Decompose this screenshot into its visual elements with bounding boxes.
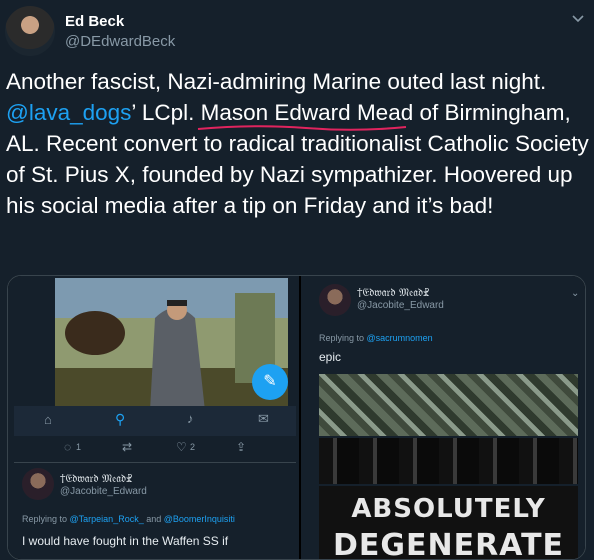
reply-display-name[interactable]: †𝔈𝔡𝔴𝔞𝔯𝔡 𝔐𝔢𝔞𝔡☧ — [60, 472, 132, 486]
right-replying-line: Replying to @sacrumnomen — [319, 333, 433, 343]
reply-count: 1 — [76, 442, 82, 452]
retweet-icon[interactable]: ⇄ — [122, 440, 132, 454]
right-avatar[interactable] — [319, 284, 351, 316]
author-avatar[interactable] — [5, 6, 55, 56]
right-replying-link[interactable]: @sacrumnomen — [367, 333, 433, 343]
mention-link[interactable]: @lava_dogs — [6, 100, 131, 125]
replying-to-link-2[interactable]: @BoomerInquisiti — [164, 514, 235, 524]
author-name[interactable]: Ed Beck — [65, 13, 124, 30]
bell-icon[interactable]: ♪ — [187, 411, 194, 426]
chevron-down-icon[interactable] — [570, 10, 586, 26]
like-count: 2 — [190, 442, 196, 452]
tweet-text-part1: Another fascist, Nazi-admiring Marine ou… — [6, 69, 547, 94]
knight-painting-image — [55, 278, 288, 411]
right-handle[interactable]: @Jacobite_Edward — [357, 300, 444, 311]
replying-prefix: Replying to — [22, 514, 70, 524]
right-display-name[interactable]: †𝔈𝔡𝔴𝔞𝔯𝔡 𝔐𝔢𝔞𝔡☧ — [357, 286, 429, 300]
author-handle[interactable]: @DEdwardBeck — [65, 33, 175, 50]
screenshot-left[interactable]: ✎ ⌂ ⚲ ♪ ✉ ◌ 1 ⇄ ♡ 2 ⇪ †𝔈𝔡𝔴𝔞𝔯𝔡 𝔐𝔢𝔞𝔡☧ @Jac… — [8, 276, 299, 559]
reply-text: I would have fought in the Waffen SS if — [22, 534, 229, 548]
tweet-actions: ◌ 1 ⇄ ♡ 2 ⇪ — [64, 440, 284, 456]
share-icon[interactable]: ⇪ — [236, 440, 246, 454]
app-nav-bar: ⌂ ⚲ ♪ ✉ — [14, 406, 296, 436]
reply-avatar[interactable] — [22, 468, 54, 500]
reply-icon[interactable]: ◌ — [64, 440, 71, 454]
divider — [14, 462, 296, 463]
reply-handle[interactable]: @Jacobite_Edward — [60, 486, 147, 497]
mail-icon[interactable]: ✉ — [258, 411, 269, 427]
home-icon[interactable]: ⌂ — [44, 412, 52, 427]
boots-image — [319, 438, 578, 484]
red-underline-annotation — [197, 125, 407, 131]
camo-legs-image — [319, 374, 578, 436]
replying-to-link-1[interactable]: @Tarpeian_Rock_ — [70, 514, 144, 524]
degenerate-meme-image: ABSOLUTELY DEGENERATE — [319, 486, 578, 559]
replying-to-line: Replying to @Tarpeian_Rock_ and @BoomerI… — [22, 514, 297, 524]
tweet-text: Another fascist, Nazi-admiring Marine ou… — [6, 66, 590, 221]
right-reply-text: epic — [319, 350, 342, 364]
meme-line-2: DEGENERATE — [332, 528, 565, 560]
right-replying-prefix: Replying to — [319, 333, 367, 343]
like-icon[interactable]: ♡ — [176, 440, 187, 454]
compose-tweet-button[interactable]: ✎ — [252, 364, 288, 400]
meme-line-1: ABSOLUTELY — [351, 494, 546, 524]
screenshot-right[interactable]: †𝔈𝔡𝔴𝔞𝔯𝔡 𝔐𝔢𝔞𝔡☧ @Jacobite_Edward ⌄ Replyin… — [301, 276, 585, 559]
tweet-media[interactable]: ✎ ⌂ ⚲ ♪ ✉ ◌ 1 ⇄ ♡ 2 ⇪ †𝔈𝔡𝔴𝔞𝔯𝔡 𝔐𝔢𝔞𝔡☧ @Jac… — [7, 275, 586, 560]
chevron-down-icon[interactable]: ⌄ — [571, 288, 579, 299]
search-icon[interactable]: ⚲ — [115, 411, 125, 428]
replying-and: and — [143, 514, 164, 524]
